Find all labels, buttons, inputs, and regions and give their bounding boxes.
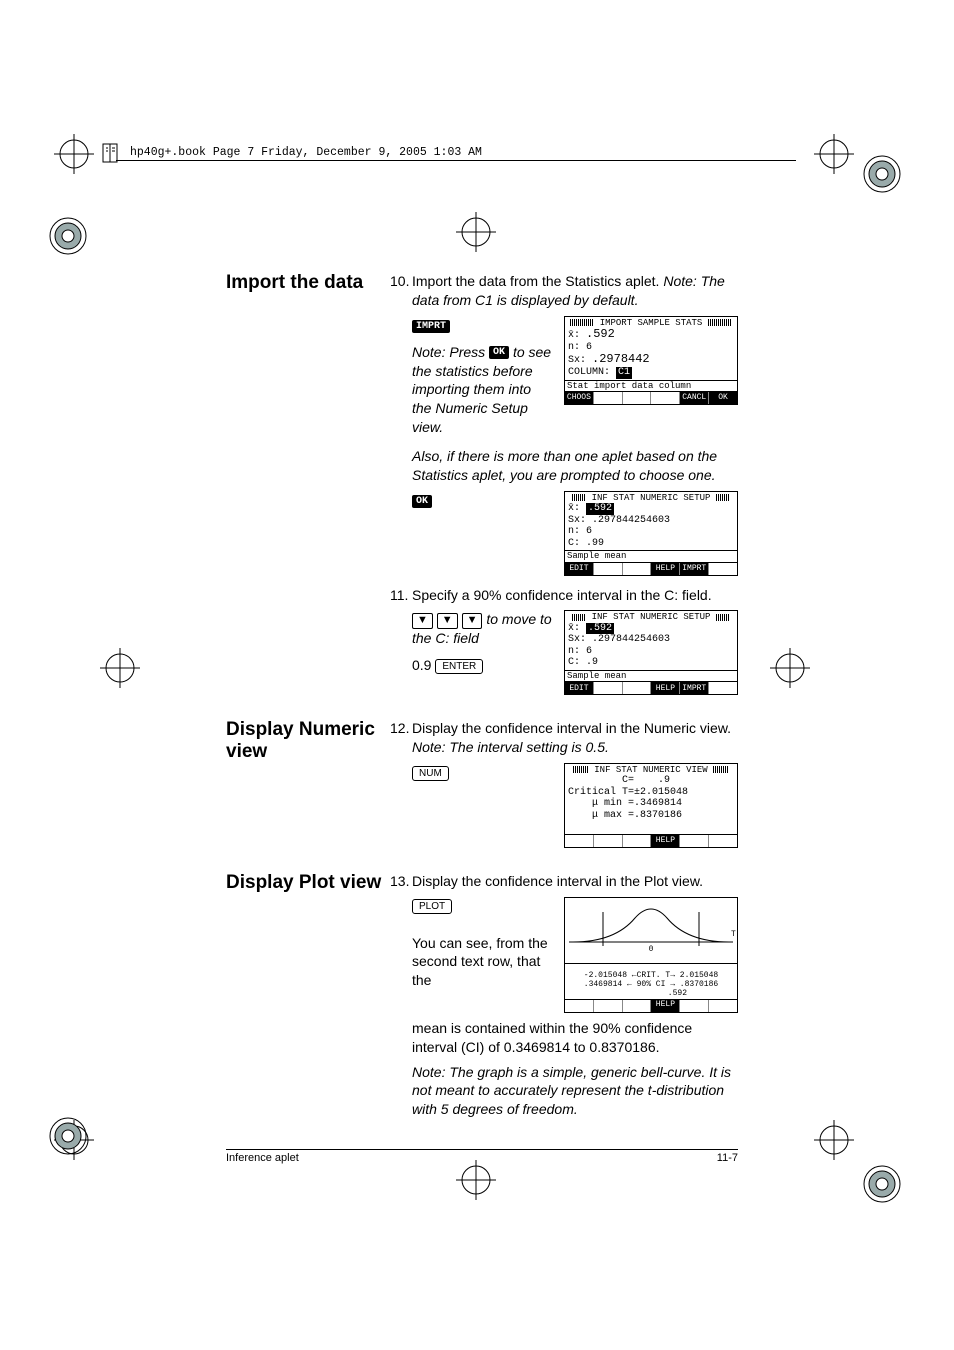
- lcd-status: Sample mean: [565, 670, 737, 681]
- ok-softkey: OK: [412, 495, 432, 508]
- lcd-value: .592: [586, 327, 615, 341]
- running-head: hp40g+.book Page 7 Friday, December 9, 2…: [126, 146, 486, 159]
- reg-mark-icon: [770, 648, 810, 688]
- lcd-title: INF STAT NUMERIC VIEW: [594, 765, 707, 775]
- reg-mark-icon: [456, 1160, 496, 1200]
- down-arrow-key: ▼: [412, 613, 433, 629]
- step-text: Import the data from the Statistics aple…: [412, 273, 663, 289]
- imprt-softkey: IMPRT: [412, 320, 450, 333]
- lcd-fkey: IMPRT: [680, 563, 709, 575]
- footer-page-number: 11-7: [717, 1152, 738, 1164]
- down-arrow-key: ▼: [437, 613, 458, 629]
- step-text: Display the confidence interval in the P…: [412, 872, 738, 891]
- reg-mark-icon: [54, 134, 94, 174]
- lcd-numeric-view: INF STAT NUMERIC VIEW C= .9 Critical T=±…: [564, 763, 738, 848]
- plot-note: Note: The graph is a simple, generic bel…: [390, 1063, 738, 1120]
- value-09: 0.9: [412, 657, 431, 673]
- step-text: Specify a 90% confidence interval in the…: [412, 586, 738, 605]
- lcd-fkey: HELP: [651, 835, 680, 847]
- lcd-line: n: 6: [568, 342, 592, 353]
- lcd-line: x̄:: [568, 623, 586, 634]
- lcd-line: n: 6: [568, 526, 592, 537]
- header-rule: [116, 160, 796, 161]
- lcd-line: Sx: .297844254603: [568, 634, 670, 645]
- step-number: 10.: [390, 272, 412, 310]
- lcd-fkey: OK: [709, 392, 737, 404]
- reg-mark-icon: [814, 1120, 854, 1160]
- lcd-line: Sx: .297844254603: [568, 515, 670, 526]
- svg-text:0: 0: [649, 945, 654, 954]
- lcd-fkey: EDIT: [565, 682, 594, 694]
- ribbon-mark-icon: [46, 1114, 90, 1158]
- lcd-title: IMPORT SAMPLE STATS: [600, 318, 703, 328]
- ok-softkey: OK: [489, 346, 509, 359]
- lcd-line: COLUMN:: [568, 367, 616, 378]
- plot-text-row: -2.015048 ←CRIT. T→ 2.015048: [584, 971, 718, 980]
- note-also: Also, if there is more than one aplet ba…: [390, 447, 738, 485]
- lcd-value-selected: C1: [616, 367, 632, 379]
- section-heading-import: Import the data: [226, 272, 390, 705]
- step-number: 11.: [390, 586, 412, 605]
- down-arrow-key: ▼: [462, 613, 483, 629]
- lcd-import-sample-stats: IMPORT SAMPLE STATS x̄: .592 n: 6 Sx: .2…: [564, 316, 738, 405]
- step-number: 13.: [390, 872, 412, 891]
- plot-text-row: .592: [615, 989, 687, 998]
- ribbon-mark-icon: [860, 1162, 904, 1206]
- lcd-fkey: HELP: [651, 682, 680, 694]
- enter-key: ENTER: [435, 659, 483, 674]
- step-number: 12.: [390, 719, 412, 757]
- lcd-title: INF STAT NUMERIC SETUP: [592, 612, 711, 622]
- note-text: Note: Press: [412, 344, 489, 360]
- lcd-fkey: CANCL: [680, 392, 709, 404]
- lcd-line: x̄:: [568, 330, 586, 341]
- lcd-line: μ min =.3469814: [568, 798, 682, 809]
- lcd-line: C= .9: [568, 775, 670, 786]
- lcd-line: Critical T=±2.015048: [568, 787, 688, 798]
- lcd-line: C: .99: [568, 538, 604, 549]
- section-heading-numeric: Display Numeric view: [226, 719, 390, 858]
- step-text: Display the confidence interval in the N…: [412, 720, 731, 736]
- lcd-line: x̄:: [568, 503, 586, 514]
- svg-text:T: T: [731, 930, 736, 939]
- lcd-value: .2978442: [592, 352, 650, 366]
- ribbon-mark-icon: [860, 152, 904, 196]
- lcd-fkey: EDIT: [565, 563, 594, 575]
- book-icon: [100, 142, 122, 171]
- step-note: Note: The interval setting is 0.5.: [412, 739, 609, 755]
- footer-left: Inference aplet: [226, 1152, 299, 1164]
- ribbon-mark-icon: [46, 214, 90, 258]
- plot-body: mean is contained within the 90% confide…: [390, 1019, 738, 1057]
- lcd-fkey: CHOOS: [565, 392, 594, 404]
- plot-text-row: .3469814 ← 90% CI → .8370186: [584, 980, 718, 989]
- lcd-line: C: .9: [568, 657, 598, 668]
- reg-mark-icon: [100, 648, 140, 688]
- arrows-note: to move to the C: field: [412, 611, 552, 646]
- plot-key: PLOT: [412, 899, 452, 914]
- lcd-line: Sx:: [568, 355, 592, 366]
- lcd-line: n: 6: [568, 646, 592, 657]
- lcd-fkey: HELP: [651, 563, 680, 575]
- lcd-status: Stat import data column: [565, 380, 737, 391]
- lcd-numeric-setup-2: INF STAT NUMERIC SETUP x̄: .592 Sx: .297…: [564, 610, 738, 695]
- lcd-line: μ max =.8370186: [568, 810, 682, 821]
- lcd-plot-view: 0 T -2.015048 ←CRIT. T→ 2.015048 .346981…: [564, 897, 738, 1013]
- lcd-value-selected: .592: [586, 623, 614, 635]
- section-heading-plot: Display Plot view: [226, 872, 390, 1125]
- lcd-fkey: HELP: [651, 1000, 680, 1012]
- reg-mark-icon: [456, 212, 496, 252]
- lcd-numeric-setup-1: INF STAT NUMERIC SETUP x̄: .592 Sx: .297…: [564, 491, 738, 576]
- num-key: NUM: [412, 766, 449, 781]
- lcd-value-selected: .592: [586, 503, 614, 515]
- plot-body-start: You can see, from the second text row, t…: [412, 935, 548, 989]
- lcd-title: INF STAT NUMERIC SETUP: [592, 493, 711, 503]
- lcd-fkey: IMPRT: [680, 682, 709, 694]
- lcd-status: Sample mean: [565, 550, 737, 561]
- reg-mark-icon: [814, 134, 854, 174]
